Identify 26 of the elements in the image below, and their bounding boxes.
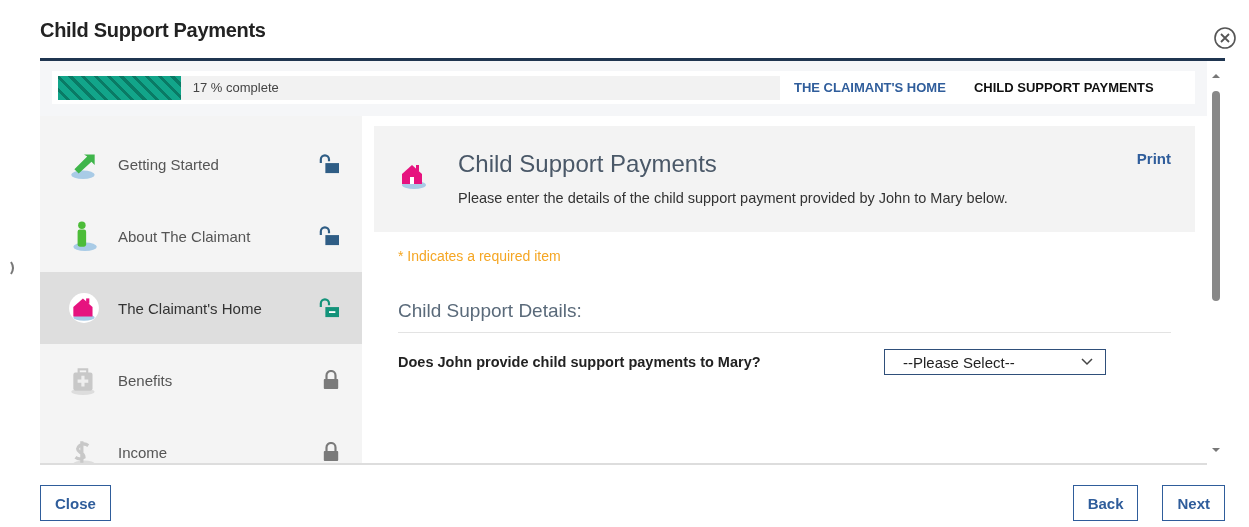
close-button[interactable]: Close	[40, 485, 111, 521]
chevron-icon[interactable]	[10, 261, 16, 275]
back-button[interactable]: Back	[1072, 485, 1139, 521]
question-label: Does John provide child support payments to Mary?	[398, 354, 762, 370]
select-field[interactable]: --Please Select--	[884, 349, 1106, 375]
section-heading: Child Support Details:	[398, 300, 1171, 333]
close-icon[interactable]	[1213, 26, 1237, 50]
dialog-title: Child Support Payments	[40, 18, 266, 42]
scroll-up-icon[interactable]	[1212, 73, 1220, 79]
house-icon	[68, 292, 100, 324]
print-link[interactable]: Print	[1136, 150, 1171, 167]
sidebar-item[interactable]: About The Claimant	[40, 200, 362, 272]
next-button[interactable]: Next	[1162, 485, 1225, 521]
sidebar-item[interactable]: Income	[40, 416, 362, 463]
sidebar-item[interactable]: Benefits	[40, 344, 362, 416]
scroll-down-icon[interactable]	[1212, 447, 1220, 453]
page-title: Child Support Payments	[458, 150, 718, 178]
progress-label: 17 % complete	[191, 80, 279, 95]
breadcrumb-link[interactable]: CHILD SUPPORT PAYMENTS	[973, 80, 1154, 95]
scrollbar-thumb[interactable]	[1212, 91, 1220, 301]
sidebar-item[interactable]: The Claimant's Home	[40, 272, 362, 344]
breadcrumb-link[interactable]: THE CLAIMANT'S HOME	[794, 80, 946, 95]
sidebar-item[interactable]: Getting Started	[40, 128, 362, 200]
caret-icon	[1081, 358, 1093, 366]
page-description: Please enter the details of the child support payment provided by John to Mary below.	[458, 190, 1009, 206]
required-note: * Indicates a required item	[398, 248, 562, 264]
